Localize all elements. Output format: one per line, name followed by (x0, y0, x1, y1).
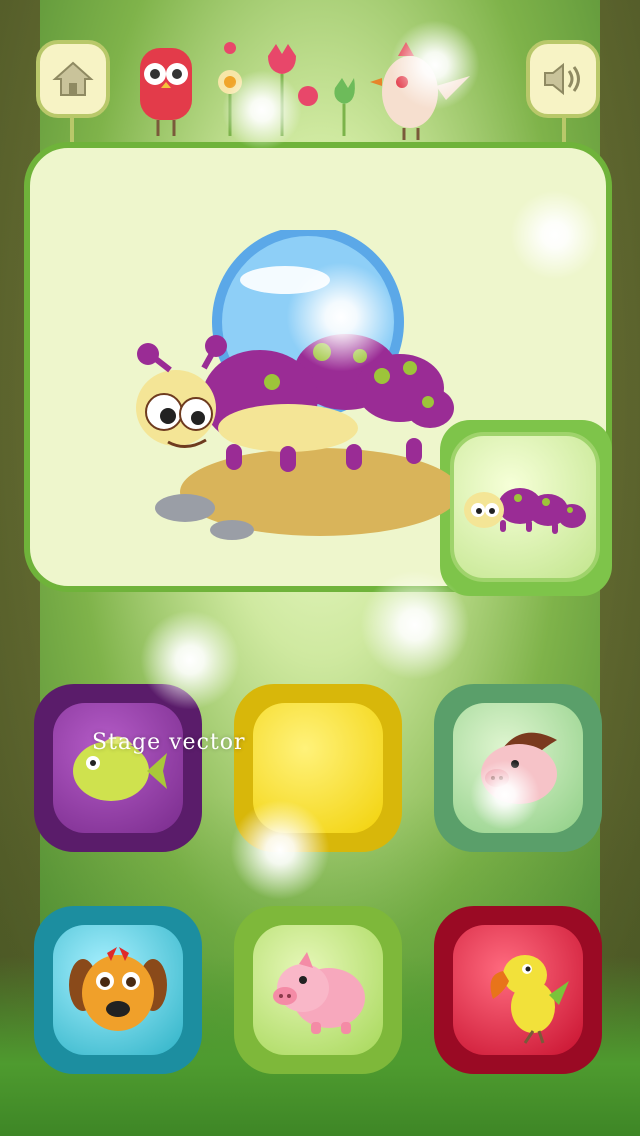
sparkle (222, 70, 302, 150)
sparkle (230, 800, 330, 900)
featured-animal (136, 230, 460, 540)
sparkle (140, 610, 240, 710)
speaker-icon (544, 62, 580, 96)
watermark-text: Stage vector (92, 730, 246, 755)
caterpillar-thumbnail[interactable] (450, 432, 600, 582)
sound-button[interactable] (526, 40, 600, 118)
sparkle (470, 760, 540, 830)
home-button[interactable] (36, 40, 110, 118)
sparkle (360, 570, 470, 680)
pig-icon (273, 952, 365, 1034)
tile-dog[interactable] (34, 906, 202, 1074)
dog-icon (69, 947, 167, 1031)
sparkle (286, 262, 396, 372)
home-icon (52, 61, 94, 96)
caterpillar-icon (464, 488, 586, 534)
tile-pig[interactable] (234, 906, 402, 1074)
tile-parrot[interactable] (434, 906, 602, 1074)
sparkle (510, 190, 600, 280)
tile-fish[interactable] (34, 684, 202, 852)
sparkle (390, 20, 480, 110)
parrot-icon (490, 955, 569, 1044)
owl-decoration (140, 48, 192, 136)
